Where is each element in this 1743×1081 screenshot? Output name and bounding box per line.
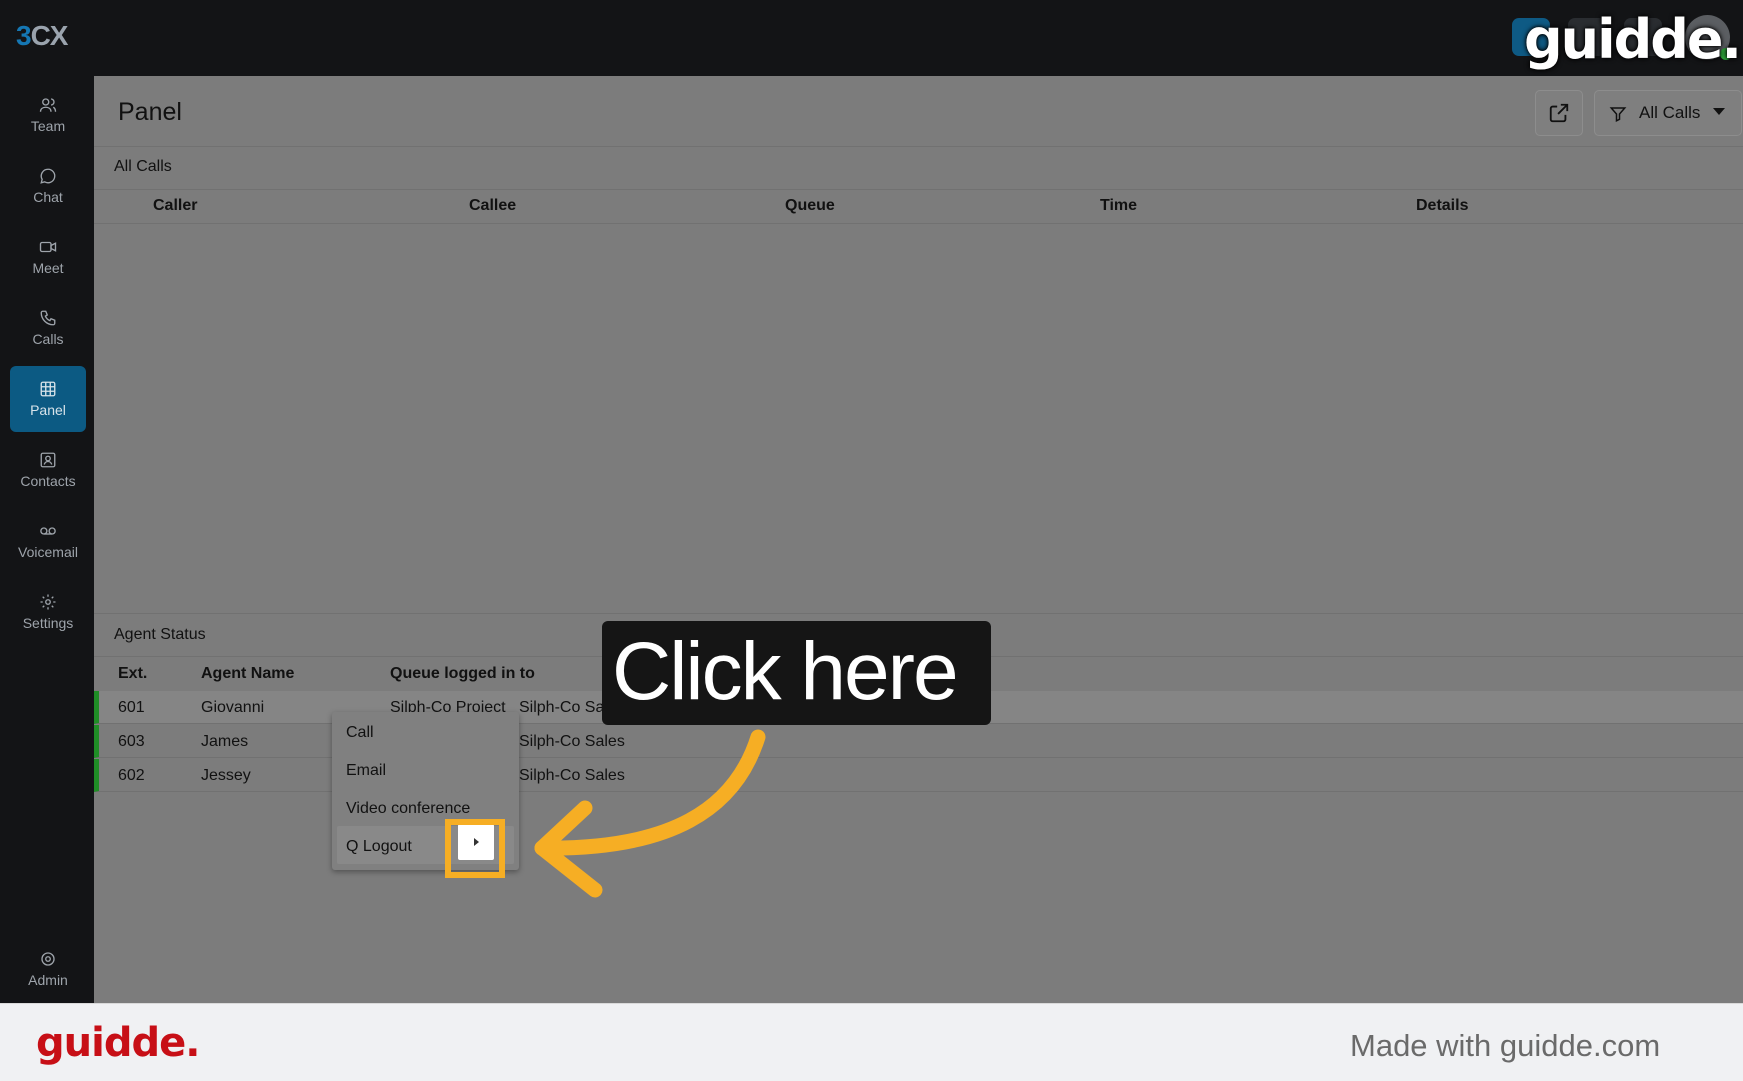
filter-label: All Calls — [1639, 103, 1701, 122]
sidebar-item-meet[interactable]: Meet — [10, 224, 86, 290]
phone-icon — [40, 310, 56, 326]
sidebar-item-label: Settings — [22, 615, 74, 631]
contact-card-icon — [40, 452, 56, 468]
all-calls-section-label: All Calls — [114, 158, 172, 175]
column-header-caller[interactable]: Caller — [153, 197, 197, 215]
guidde-logo: guidde. — [36, 1020, 200, 1066]
grid-icon — [40, 381, 56, 397]
agent-name-cell: Jessey — [201, 767, 251, 784]
menu-item-call[interactable]: Call — [346, 724, 374, 742]
column-header-queue[interactable]: Queue — [785, 197, 835, 215]
agent-name-cell: James — [201, 733, 249, 750]
divider — [94, 146, 1743, 147]
sidebar-item-label: Contacts — [20, 473, 76, 489]
divider — [94, 223, 1743, 224]
admin-gear-icon — [41, 952, 55, 966]
call-filter-dropdown[interactable]: All Calls — [1594, 90, 1742, 136]
menu-item-video-conference[interactable]: Video conference — [346, 800, 470, 818]
filter-icon — [1609, 107, 1627, 122]
column-header-callee[interactable]: Callee — [469, 197, 516, 215]
chat-bubble-icon — [40, 168, 56, 184]
open-external-button[interactable] — [1535, 90, 1583, 136]
ext-cell: 603 — [118, 733, 145, 750]
ext-cell: 601 — [118, 699, 145, 716]
sidebar-item-label: Team — [30, 118, 66, 134]
sidebar-item-settings[interactable]: Settings — [10, 579, 86, 645]
click-here-callout: Click here — [602, 621, 991, 725]
page-title: Panel — [118, 98, 182, 126]
column-header-queue-logged-in[interactable]: Queue logged in to — [390, 665, 535, 683]
divider — [94, 189, 1743, 190]
pointer-arrow — [534, 729, 766, 898]
sidebar-item-panel[interactable]: Panel — [10, 366, 86, 432]
sidebar-item-team[interactable]: Team — [10, 82, 86, 148]
divider — [94, 613, 1743, 614]
made-with-text: Made with guidde.com — [1350, 1028, 1661, 1063]
sidebar-item-label: Chat — [33, 189, 63, 205]
voicemail-icon — [40, 527, 56, 535]
video-icon — [39, 241, 57, 253]
external-link-icon — [1549, 103, 1569, 123]
callout-text: Click here — [612, 626, 959, 717]
column-header-time[interactable]: Time — [1100, 197, 1137, 215]
sidebar-item-contacts[interactable]: Contacts — [10, 437, 86, 503]
sidebar-item-label: Panel — [30, 402, 66, 418]
sidebar-item-label: Voicemail — [18, 544, 78, 560]
agent-name-cell: Giovanni — [201, 699, 265, 716]
sidebar-item-label: Meet — [32, 260, 64, 276]
column-header-agent-name[interactable]: Agent Name — [201, 665, 294, 683]
guidde-watermark: guidde. — [1524, 8, 1742, 71]
sidebar-item-label: Admin — [28, 972, 68, 988]
sidebar: Team Chat Meet Calls Panel Contacts Voic… — [0, 76, 94, 1003]
sidebar-item-admin[interactable]: Admin — [10, 936, 86, 1002]
column-header-ext[interactable]: Ext. — [118, 665, 147, 683]
sidebar-item-calls[interactable]: Calls — [10, 295, 86, 361]
sidebar-item-chat[interactable]: Chat — [10, 153, 86, 219]
guidde-footer: guidde. Made with guidde.com — [0, 1003, 1743, 1081]
menu-item-q-logout[interactable]: Q Logout — [346, 838, 412, 856]
top-bar: 3CX guidde. — [0, 0, 1743, 76]
chevron-down-icon — [1713, 108, 1725, 115]
column-header-details[interactable]: Details — [1416, 197, 1468, 215]
ext-cell: 602 — [118, 767, 145, 784]
gear-icon — [40, 594, 56, 610]
users-icon — [39, 98, 57, 112]
click-target-highlight — [445, 819, 505, 878]
sidebar-item-voicemail[interactable]: Voicemail — [10, 508, 86, 574]
sidebar-item-label: Calls — [32, 331, 64, 347]
agent-status-section-label: Agent Status — [114, 626, 206, 643]
menu-item-email[interactable]: Email — [346, 762, 386, 780]
3cx-logo[interactable]: 3CX — [16, 20, 68, 52]
